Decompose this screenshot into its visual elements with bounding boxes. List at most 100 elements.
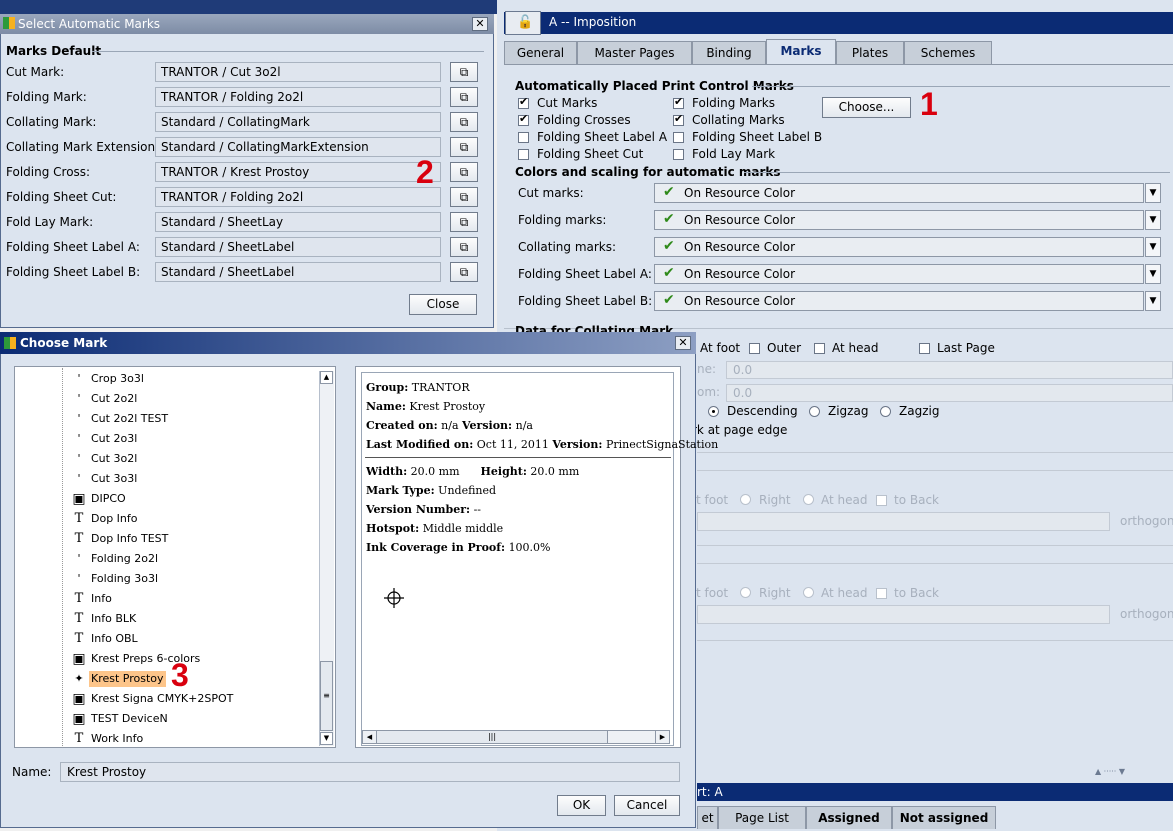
- chevron-down-icon[interactable]: ▼: [1145, 237, 1161, 257]
- folding-cross-browse-button[interactable]: ⧉: [450, 162, 478, 182]
- tab-assigned[interactable]: Assigned: [806, 806, 892, 829]
- tree-item[interactable]: T Info: [60, 591, 315, 607]
- tab-marks[interactable]: Marks: [766, 39, 836, 64]
- folding-mark-field: TRANTOR / Folding 2o2l: [155, 87, 441, 107]
- folding-marks-color-select[interactable]: ✔ On Resource Color: [654, 210, 1144, 230]
- field-b-input[interactable]: 0.0: [726, 384, 1173, 402]
- tree-item[interactable]: T Dop Info TEST: [60, 531, 315, 547]
- tree-scrollbar[interactable]: ▲ ≡ ▼: [319, 371, 334, 746]
- chevron-down-icon[interactable]: ▼: [1145, 291, 1161, 311]
- hscroll-thumb[interactable]: |||: [377, 731, 608, 743]
- label-b-color-select[interactable]: ✔ On Resource Color: [654, 291, 1144, 311]
- scroll-down-button[interactable]: ▼: [320, 732, 333, 745]
- tab-binding[interactable]: Binding: [692, 41, 766, 64]
- at-head-checkbox[interactable]: [814, 343, 825, 354]
- to-back-checkbox-2[interactable]: [876, 588, 887, 599]
- scroll-thumb[interactable]: ≡: [320, 661, 333, 731]
- folding-crosses-label: Folding Crosses: [537, 113, 631, 127]
- sheet-label-b-browse-button[interactable]: ⧉: [450, 262, 478, 282]
- cut-mark-browse-button[interactable]: ⧉: [450, 62, 478, 82]
- pdf-mark-icon: ▣: [72, 711, 86, 727]
- tree-item[interactable]: ' Cut 2o2l TEST: [60, 411, 315, 427]
- chevron-down-icon[interactable]: ▼: [1145, 183, 1161, 203]
- chevron-down-icon[interactable]: ▼: [1145, 210, 1161, 230]
- text-mark-icon: T: [74, 611, 84, 626]
- fold-lay-mark-browse-button[interactable]: ⧉: [450, 212, 478, 232]
- to-back-checkbox[interactable]: [876, 495, 887, 506]
- collating-mark-browse-button[interactable]: ⧉: [450, 112, 478, 132]
- tree-item[interactable]: ' Folding 2o2l: [60, 551, 315, 567]
- right-radio-2[interactable]: [740, 587, 751, 598]
- folding-sheet-label-b-checkbox[interactable]: [673, 132, 684, 143]
- choose-mark-title: Choose Mark: [20, 336, 108, 350]
- collating-mark-extension-browse-button[interactable]: ⧉: [450, 137, 478, 157]
- tree-item[interactable]: T Dop Info: [60, 511, 315, 527]
- cancel-button[interactable]: Cancel: [614, 795, 680, 816]
- choose-button[interactable]: Choose...: [822, 97, 911, 118]
- scroll-left-button[interactable]: ◀: [363, 731, 377, 743]
- last-page-checkbox[interactable]: [919, 343, 930, 354]
- gray-input-2[interactable]: [697, 605, 1110, 624]
- tab-sheet[interactable]: et: [697, 806, 718, 829]
- zigzag-radio[interactable]: [809, 406, 820, 417]
- tree-item[interactable]: ▣ TEST DeviceN: [60, 711, 315, 727]
- orthogonal-label-2: orthogona: [1120, 607, 1173, 621]
- sheet-label-a-browse-button[interactable]: ⧉: [450, 237, 478, 257]
- tree-item[interactable]: T Info BLK: [60, 611, 315, 627]
- at-head-radio[interactable]: [803, 494, 814, 505]
- tree-item[interactable]: ▣ DIPCO: [60, 491, 315, 507]
- splitter-handle[interactable]: ▲ ····· ▼: [1070, 767, 1150, 776]
- tree-item[interactable]: T Info OBL: [60, 631, 315, 647]
- collating-marks-color-select[interactable]: ✔ On Resource Color: [654, 237, 1144, 257]
- scroll-right-button[interactable]: ▶: [655, 731, 669, 743]
- chevron-down-icon[interactable]: ▼: [1145, 264, 1161, 284]
- folding-sheet-cut-browse-button[interactable]: ⧉: [450, 187, 478, 207]
- line-mark-icon: ': [77, 412, 81, 425]
- name-input[interactable]: Krest Prostoy: [60, 762, 680, 782]
- tree-item[interactable]: T Work Info: [60, 731, 315, 747]
- close-icon[interactable]: ✕: [675, 336, 691, 350]
- zagzig-radio[interactable]: [880, 406, 891, 417]
- tree-item[interactable]: ' Cut 2o3l: [60, 431, 315, 447]
- tab-page-list[interactable]: Page List: [718, 806, 806, 829]
- folding-mark-browse-button[interactable]: ⧉: [450, 87, 478, 107]
- field-a-input[interactable]: 0.0: [726, 361, 1173, 379]
- tab-not-assigned[interactable]: Not assigned: [892, 806, 996, 829]
- info-hscrollbar[interactable]: ◀ ||| ▶: [362, 730, 670, 744]
- descending-radio[interactable]: [708, 406, 719, 417]
- folding-sheet-label-b-label: Folding Sheet Label B: [692, 130, 823, 144]
- folding-sheet-label-a-checkbox[interactable]: [518, 132, 529, 143]
- gray-input-1[interactable]: [697, 512, 1110, 531]
- annotation-2: 2: [416, 154, 434, 190]
- close-button[interactable]: Close: [409, 294, 477, 315]
- lock-button[interactable]: 🔓: [505, 11, 541, 35]
- tree-item[interactable]: ' Crop 3o3l: [60, 371, 315, 387]
- right-radio[interactable]: [740, 494, 751, 505]
- cut-marks-checkbox[interactable]: [518, 95, 529, 109]
- annotation-1: 1: [920, 86, 938, 122]
- tree-item[interactable]: ' Cut 3o3l: [60, 471, 315, 487]
- tab-general[interactable]: General: [504, 41, 577, 64]
- at-foot-label: At foot: [700, 341, 741, 355]
- folding-marks-checkbox[interactable]: [673, 95, 684, 109]
- tree-item[interactable]: ' Cut 2o2l: [60, 391, 315, 407]
- tab-plates[interactable]: Plates: [836, 41, 904, 64]
- outer-checkbox[interactable]: [749, 343, 760, 354]
- tab-schemes[interactable]: Schemes: [904, 41, 992, 64]
- close-icon[interactable]: ✕: [472, 17, 488, 31]
- scroll-up-button[interactable]: ▲: [320, 371, 333, 384]
- cut-marks-color-select[interactable]: ✔ On Resource Color: [654, 183, 1144, 203]
- tree-item-label: Cut 3o3l: [91, 472, 138, 485]
- ok-button[interactable]: OK: [557, 795, 606, 816]
- fold-lay-mark-checkbox[interactable]: [673, 149, 684, 160]
- folding-sheet-cut-checkbox[interactable]: [518, 149, 529, 160]
- collating-marks-checkbox[interactable]: [673, 112, 684, 126]
- folding-crosses-checkbox[interactable]: [518, 112, 529, 126]
- info-ink-row: Ink Coverage in Proof: 100.0%: [366, 541, 551, 554]
- tree-item[interactable]: ' Cut 3o2l: [60, 451, 315, 467]
- tab-master-pages[interactable]: Master Pages: [577, 41, 692, 64]
- tree-item[interactable]: ' Folding 3o3l: [60, 571, 315, 587]
- line-mark-icon: ': [77, 432, 81, 445]
- label-a-color-select[interactable]: ✔ On Resource Color: [654, 264, 1144, 284]
- at-head-radio-2[interactable]: [803, 587, 814, 598]
